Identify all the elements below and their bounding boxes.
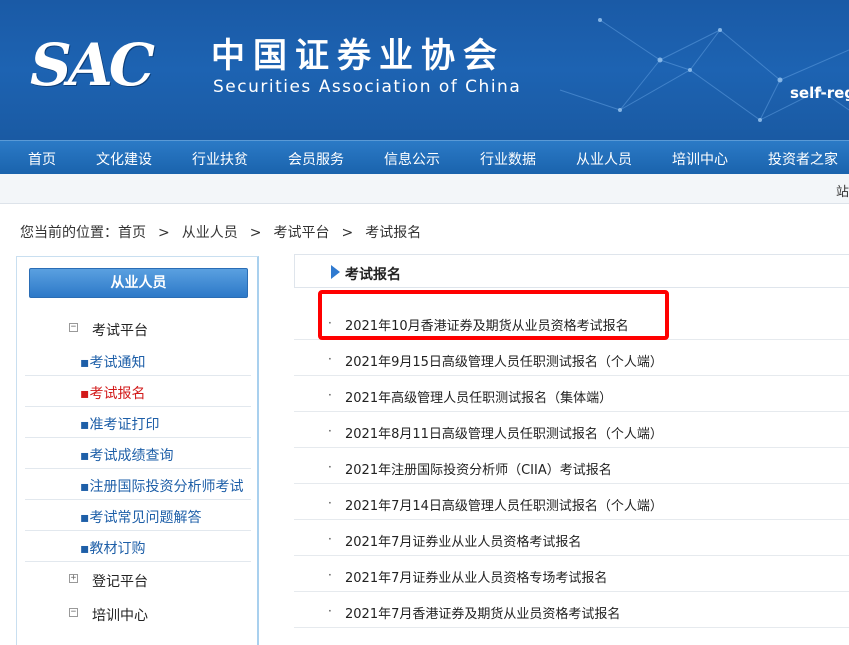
sidebar-group-label: 培训中心 — [92, 608, 148, 624]
nav-item-member-services[interactable]: 会员服务 — [288, 149, 344, 169]
bullet: · — [328, 568, 332, 582]
sidebar-item-label: ▪教材订购 — [80, 541, 146, 557]
triangle-right-icon — [331, 265, 340, 279]
nav-item-culture[interactable]: 文化建设 — [96, 149, 152, 169]
expand-icon[interactable]: + — [69, 574, 78, 583]
breadcrumb: 您当前的位置：首页 > 从业人员 > 考试平台 > 考试报名 — [20, 222, 421, 242]
list-item[interactable]: · 2021年7月证券业从业人员资格专场考试报名 — [294, 556, 849, 592]
sac-logo: SAC — [30, 31, 155, 99]
main-nav: 首页 文化建设 行业扶贫 会员服务 信息公示 行业数据 从业人员 培训中心 投资… — [0, 140, 849, 174]
sidebar-group-exam-platform[interactable]: − 考试平台 — [17, 312, 258, 346]
sidebar-item-label: ▪考试常见问题解答 — [80, 510, 202, 526]
sidebar-title: 从业人员 — [29, 268, 248, 298]
nav-item-disclosure[interactable]: 信息公示 — [384, 149, 440, 169]
nav-item-home[interactable]: 首页 — [28, 149, 56, 169]
highlight-box — [318, 290, 669, 340]
bullet: · — [328, 424, 332, 438]
sidebar-item-label: ▪注册国际投资分析师考试 — [80, 479, 244, 495]
list-item[interactable]: · 2021年7月香港证券及期货从业员资格考试报名 — [294, 592, 849, 628]
breadcrumb-separator: > — [249, 225, 262, 241]
list-item-link[interactable]: 2021年7月证券业从业人员资格考试报名 — [345, 531, 581, 550]
sidebar-item-label: ▪考试通知 — [80, 355, 146, 371]
list-item-link[interactable]: 2021年7月香港证券及期货从业员资格考试报名 — [345, 603, 620, 622]
breadcrumb-item-exam-registration[interactable]: 考试报名 — [365, 225, 421, 241]
sidebar-item-admission-ticket[interactable]: ▪准考证打印 — [25, 407, 251, 438]
collapse-icon[interactable]: − — [69, 608, 78, 617]
self-regulation-link[interactable]: self-reg — [790, 84, 849, 102]
list-item[interactable]: · 2021年7月14日高级管理人员任职测试报名（个人端） — [294, 484, 849, 520]
sidebar-group-label: 考试平台 — [92, 323, 148, 339]
sidebar-item-faq[interactable]: ▪考试常见问题解答 — [25, 500, 251, 531]
list-item-link[interactable]: 2021年7月证券业从业人员资格专场考试报名 — [345, 567, 607, 586]
sidebar-item-textbook-order[interactable]: ▪教材订购 — [25, 531, 251, 562]
sidebar-item-ciia-exam[interactable]: ▪注册国际投资分析师考试 — [25, 469, 251, 500]
breadcrumb-item-home[interactable]: 首页 — [118, 225, 146, 241]
breadcrumb-item-practitioners[interactable]: 从业人员 — [182, 225, 238, 241]
bullet: · — [328, 604, 332, 618]
bullet: · — [328, 496, 332, 510]
list-item[interactable]: · 2021年8月11日高级管理人员任职测试报名（个人端） — [294, 412, 849, 448]
breadcrumb-separator: > — [158, 225, 170, 241]
sidebar-group-registration-platform[interactable]: + 登记平台 — [17, 563, 258, 597]
list-item[interactable]: · 2021年注册国际投资分析师（CIIA）考试报名 — [294, 448, 849, 484]
breadcrumb-separator: > — [341, 225, 354, 241]
sidebar-item-exam-notice[interactable]: ▪考试通知 — [25, 345, 251, 376]
list-item-link[interactable]: 2021年7月14日高级管理人员任职测试报名（个人端） — [345, 495, 663, 514]
site-link[interactable]: 站 — [836, 181, 849, 200]
bullet: · — [328, 352, 332, 366]
list-item[interactable]: · 2021年9月15日高级管理人员任职测试报名（个人端） — [294, 340, 849, 376]
org-name-en: Securities Association of China — [213, 77, 522, 97]
sidebar-item-score-query[interactable]: ▪考试成绩查询 — [25, 438, 251, 469]
sidebar: 从业人员 − 考试平台 ▪考试通知 ▪考试报名 ▪准考证打印 ▪考试成绩查询 ▪… — [16, 256, 259, 645]
header-banner: SAC 中国证券业协会 Securities Association of Ch… — [0, 0, 849, 140]
nav-item-training[interactable]: 培训中心 — [672, 149, 728, 169]
list-item-link[interactable]: 2021年9月15日高级管理人员任职测试报名（个人端） — [345, 351, 663, 370]
content-header: 考试报名 — [294, 254, 849, 288]
nav-item-poverty[interactable]: 行业扶贫 — [192, 149, 248, 169]
org-name-cn: 中国证券业协会 — [211, 36, 505, 76]
nav-item-practitioners[interactable]: 从业人员 — [576, 149, 632, 169]
collapse-icon[interactable]: − — [69, 323, 78, 332]
bullet: · — [328, 532, 332, 546]
bullet: · — [328, 460, 332, 474]
breadcrumb-prefix: 您当前的位置： — [20, 225, 118, 241]
list-item-link[interactable]: 2021年高级管理人员任职测试报名（集体端） — [345, 387, 612, 406]
sub-strip: 站 — [0, 174, 849, 204]
sidebar-item-exam-registration[interactable]: ▪考试报名 — [25, 376, 251, 407]
breadcrumb-item-exam-platform[interactable]: 考试平台 — [273, 225, 329, 241]
nav-item-investors[interactable]: 投资者之家 — [768, 149, 838, 169]
sidebar-item-label: ▪准考证打印 — [80, 417, 160, 433]
content-title: 考试报名 — [345, 267, 401, 283]
list-item-link[interactable]: 2021年注册国际投资分析师（CIIA）考试报名 — [345, 459, 612, 478]
list-item-link[interactable]: 2021年8月11日高级管理人员任职测试报名（个人端） — [345, 423, 663, 442]
sidebar-group-training-center[interactable]: − 培训中心 — [17, 597, 258, 631]
sidebar-group-label: 登记平台 — [92, 574, 148, 590]
list-item[interactable]: · 2021年高级管理人员任职测试报名（集体端） — [294, 376, 849, 412]
nav-item-industry-data[interactable]: 行业数据 — [480, 149, 536, 169]
sidebar-item-label: ▪考试成绩查询 — [80, 448, 174, 464]
list-item[interactable]: · 2021年7月证券业从业人员资格考试报名 — [294, 520, 849, 556]
bullet: · — [328, 388, 332, 402]
sidebar-item-label: ▪考试报名 — [80, 386, 146, 402]
